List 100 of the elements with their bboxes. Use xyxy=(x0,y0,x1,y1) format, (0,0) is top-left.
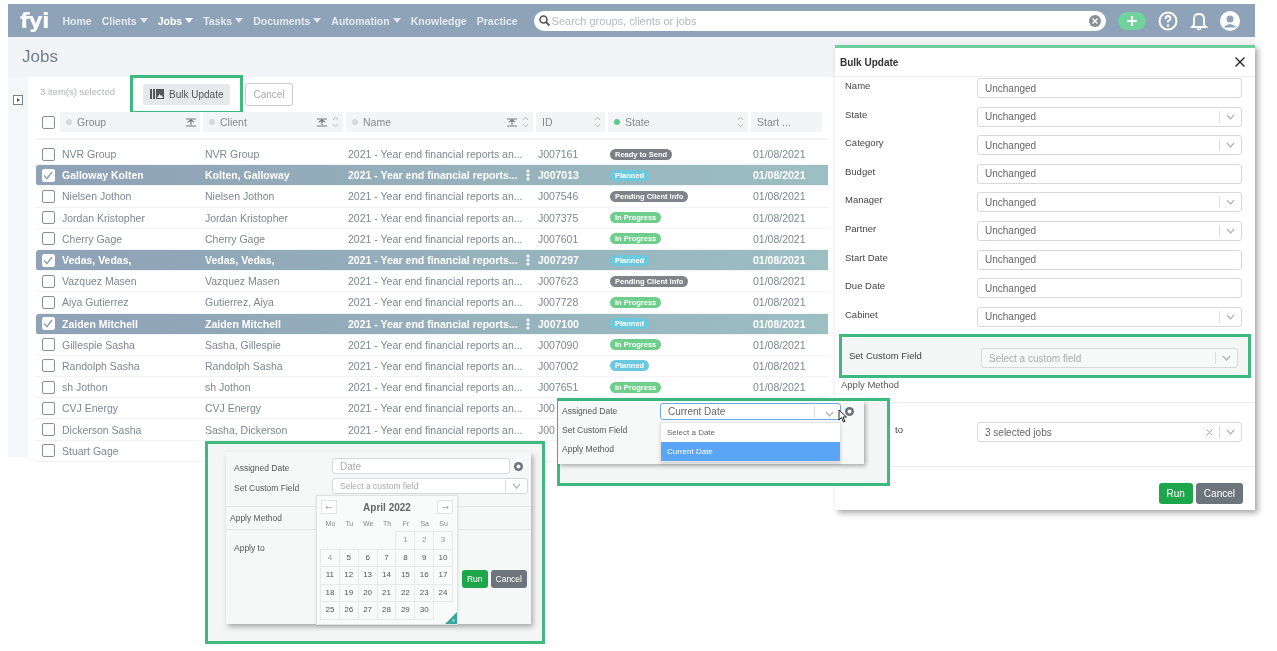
checkbox[interactable] xyxy=(41,274,55,288)
table-cell: 01/08/2021 xyxy=(753,254,806,267)
column-header[interactable]: State xyxy=(608,112,751,132)
checkbox[interactable] xyxy=(41,189,55,203)
more-icon[interactable] xyxy=(525,254,530,267)
caret-icon xyxy=(1226,313,1235,320)
checkbox[interactable] xyxy=(41,147,55,161)
close-icon[interactable] xyxy=(1235,57,1245,67)
field-label: Name xyxy=(845,79,872,91)
table-cell: J007728 xyxy=(538,296,579,309)
corner-help-icon[interactable] xyxy=(445,611,457,624)
checkbox[interactable] xyxy=(41,380,55,394)
table-cell: Gutierrez, Aiya xyxy=(205,296,274,309)
check-icon xyxy=(43,319,53,329)
table-cell: 2021 - Year end financial reports an... xyxy=(348,232,523,245)
column-header[interactable]: Start ... xyxy=(751,112,825,132)
input-field[interactable]: 3 selected jobs xyxy=(977,422,1242,443)
run-button[interactable]: Run xyxy=(461,570,488,588)
column-header[interactable]: ID xyxy=(536,112,608,132)
cancel-button[interactable]: Cancel xyxy=(490,570,527,588)
checkbox[interactable] xyxy=(41,115,55,129)
table-cell: CVJ Energy xyxy=(205,402,262,415)
select-field[interactable]: Unchanged xyxy=(977,135,1242,156)
caret-icon xyxy=(1222,355,1231,362)
calendar-day: 4 xyxy=(320,548,340,567)
checkbox[interactable] xyxy=(41,444,55,458)
select-field[interactable]: Unchanged xyxy=(977,220,1242,241)
page-title: Jobs xyxy=(22,47,58,67)
checkbox[interactable] xyxy=(41,359,55,373)
table-cell: Sasha, Dickerson xyxy=(205,423,288,436)
table-cell: 2021 - Year end financial reports an... xyxy=(348,381,523,394)
table-cell: Nielsen Jothon xyxy=(205,190,275,203)
checkbox[interactable] xyxy=(41,423,55,437)
table-cell: Sasha, Gillespie xyxy=(205,338,281,351)
table-cell: Vazquez Masen xyxy=(62,275,137,288)
bell-icon[interactable] xyxy=(1189,10,1208,31)
more-icon[interactable] xyxy=(525,169,530,182)
table-cell: Randolph Sasha xyxy=(62,359,140,372)
table-cell: sh Jothon xyxy=(205,381,251,394)
field-label: Set Custom Field xyxy=(234,481,301,493)
cancel-button[interactable]: Cancel xyxy=(1195,483,1243,505)
table-cell: 01/08/2021 xyxy=(753,190,806,203)
table-cell: J007651 xyxy=(538,381,579,394)
month-title: April 2022 xyxy=(363,501,411,513)
more-icon[interactable] xyxy=(525,317,530,330)
check-icon xyxy=(43,170,53,180)
table-cell: Vazquez Masen xyxy=(205,275,280,288)
bulk-edit-icon xyxy=(150,89,164,99)
expand-icon[interactable] xyxy=(13,95,23,105)
field-label: Due Date xyxy=(845,279,887,292)
calendar-day[interactable]: 24 xyxy=(433,583,453,602)
table-cell: 2021 - Year end financial reports an... xyxy=(348,211,523,224)
field-label: Set Custom Field xyxy=(562,424,629,435)
clear-icon[interactable] xyxy=(1206,428,1213,436)
caret-icon xyxy=(825,410,834,417)
remove-icon xyxy=(845,407,854,416)
column-header[interactable]: Name xyxy=(346,112,536,132)
clear-icon[interactable] xyxy=(1088,14,1101,27)
column-header[interactable]: Client xyxy=(203,112,346,132)
calendar-day: 1 xyxy=(395,531,416,550)
section-heading: Apply Method xyxy=(230,513,282,523)
add-icon[interactable] xyxy=(1117,11,1146,30)
calendar-day[interactable]: 25 xyxy=(320,601,340,620)
select-field[interactable]: Unchanged xyxy=(977,192,1242,213)
input-field[interactable]: Unchanged xyxy=(977,278,1242,299)
run-button[interactable]: Run xyxy=(1158,483,1193,505)
user-icon[interactable] xyxy=(1219,10,1240,31)
field-label: Partner xyxy=(845,221,878,234)
checkbox[interactable] xyxy=(41,401,55,415)
table-cell: 2021 - Year end financial reports an... xyxy=(348,148,523,161)
column-header[interactable]: Group xyxy=(60,112,203,132)
table-cell: J007100 xyxy=(538,317,579,330)
select-field[interactable]: Unchanged xyxy=(977,306,1242,327)
select-field[interactable]: Current Date xyxy=(660,403,841,420)
bulk-update-button[interactable]: Bulk Update xyxy=(143,83,231,105)
table-cell: 01/08/2021 xyxy=(753,148,806,161)
calendar-day: 3 xyxy=(433,531,453,550)
dropdown-option[interactable]: Select a Date xyxy=(661,423,840,442)
checkbox[interactable] xyxy=(41,232,55,246)
table-cell: 2021 - Year end financial reports an... xyxy=(348,296,523,309)
select-field[interactable]: Unchanged xyxy=(977,106,1242,127)
help-icon[interactable] xyxy=(1157,10,1178,31)
table-cell: J007546 xyxy=(538,190,579,203)
table-cell: 01/08/2021 xyxy=(753,338,806,351)
input-field[interactable]: Unchanged xyxy=(977,249,1242,270)
checkbox[interactable] xyxy=(41,338,55,352)
checkbox[interactable] xyxy=(41,211,55,225)
table-cell: Dickerson Sasha xyxy=(62,423,142,436)
table-cell: Stuart Gage xyxy=(62,444,119,457)
field-label: Start Date xyxy=(845,250,889,263)
field-label: Manager xyxy=(845,193,884,206)
input-field[interactable]: Unchanged xyxy=(977,78,1242,98)
panel-title: Bulk Update xyxy=(840,56,899,68)
search-field[interactable]: Search groups, clients or jobs xyxy=(533,10,1106,31)
calendar-day[interactable]: 30 xyxy=(414,601,435,620)
table-cell: 2021 - Year end financial reports an... xyxy=(348,402,523,415)
table-cell: 2021 - Year end financial reports an... xyxy=(348,190,523,203)
table-cell: NVR Group xyxy=(62,148,117,161)
input-field[interactable]: Unchanged xyxy=(977,163,1242,184)
checkbox[interactable] xyxy=(41,295,55,309)
